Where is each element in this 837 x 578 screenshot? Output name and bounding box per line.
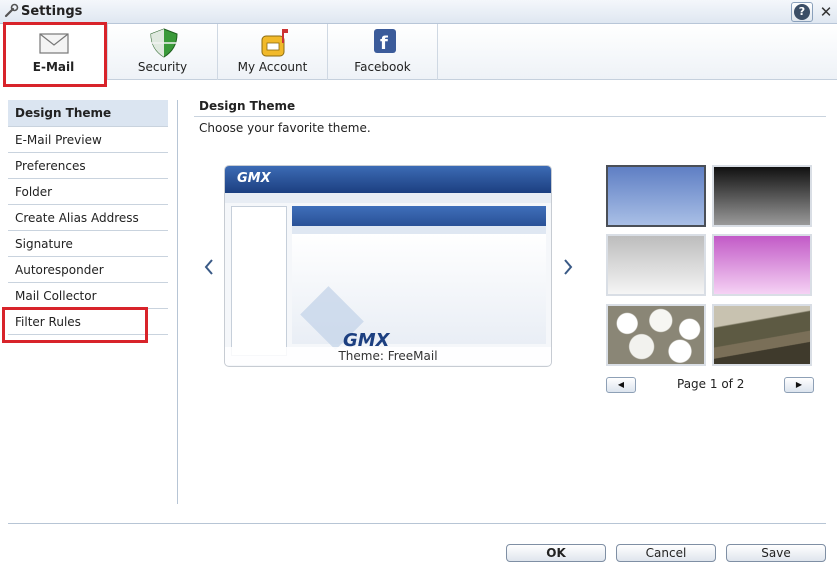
wrench-icon: [4, 3, 19, 18]
tab-label: Security: [137, 60, 188, 74]
sidebar-item-preferences[interactable]: Preferences: [8, 153, 168, 179]
sidebar-item-design-theme[interactable]: Design Theme: [8, 100, 168, 127]
help-icon: ?: [794, 4, 810, 20]
theme-thumb-pebbles[interactable]: [606, 304, 706, 366]
cancel-button[interactable]: Cancel: [616, 544, 716, 562]
window-title: Settings: [21, 4, 83, 19]
sidebar-item-folder[interactable]: Folder: [8, 179, 168, 205]
facebook-icon: f: [374, 29, 396, 54]
mailbox-icon: [261, 29, 288, 57]
theme-thumb-blue[interactable]: [606, 165, 706, 227]
title-bar: Settings ? ✕: [0, 0, 837, 24]
sidebar-item-autoresponder[interactable]: Autoresponder: [8, 257, 168, 283]
preview-tab-row: [225, 193, 551, 203]
toolbar-tabs: E-Mail Security My Account f Facebook: [0, 24, 837, 80]
triangle-left-icon: ◀: [617, 380, 625, 389]
page-subtitle: Choose your favorite theme.: [199, 121, 371, 135]
sidebar-item-email-preview[interactable]: E-Mail Preview: [8, 127, 168, 153]
tab-label: Facebook: [354, 60, 411, 74]
chevron-left-icon[interactable]: [202, 257, 216, 277]
close-button[interactable]: ✕: [816, 2, 836, 22]
theme-thumb-road[interactable]: [712, 304, 812, 366]
sidebar-item-create-alias-address[interactable]: Create Alias Address: [8, 205, 168, 231]
sidebar-item-signature[interactable]: Signature: [8, 231, 168, 257]
help-button[interactable]: ?: [791, 2, 813, 22]
page-title: Design Theme: [199, 99, 296, 113]
preview-header: GMX: [225, 166, 551, 193]
sidebar-nav: Design Theme E-Mail Preview Preferences …: [8, 100, 168, 335]
pager-label: Page 1 of 2: [677, 377, 745, 391]
svg-text:f: f: [380, 33, 388, 54]
pager-prev-button[interactable]: ◀: [606, 377, 636, 393]
theme-preview: GMX GMX Theme: FreeMail: [224, 165, 552, 367]
tab-label: My Account: [237, 60, 308, 74]
sidebar-item-mail-collector[interactable]: Mail Collector: [8, 283, 168, 309]
theme-thumb-black[interactable]: [712, 165, 812, 227]
ok-button[interactable]: OK: [506, 544, 606, 562]
tab-facebook[interactable]: f Facebook: [328, 24, 438, 80]
preview-caption: Theme: FreeMail: [225, 347, 551, 365]
footer-divider: [8, 523, 826, 524]
preview-logo: GMX: [237, 171, 271, 186]
triangle-right-icon: ▶: [795, 380, 803, 389]
save-button[interactable]: Save: [726, 544, 826, 562]
tab-my-account[interactable]: My Account: [218, 24, 328, 80]
shield-icon: [150, 28, 178, 58]
theme-thumb-gray[interactable]: [606, 234, 706, 296]
highlight-box-filter-rules: [2, 307, 148, 343]
vertical-divider: [177, 100, 178, 504]
pager-next-button[interactable]: ▶: [784, 377, 814, 393]
chevron-right-icon[interactable]: [561, 257, 575, 277]
preview-strip: [292, 226, 546, 234]
theme-thumb-pink[interactable]: [712, 234, 812, 296]
tab-security[interactable]: Security: [108, 24, 218, 80]
title-divider: [194, 116, 826, 117]
preview-sidebar: [231, 206, 287, 356]
highlight-box-email-tab: [3, 22, 107, 87]
